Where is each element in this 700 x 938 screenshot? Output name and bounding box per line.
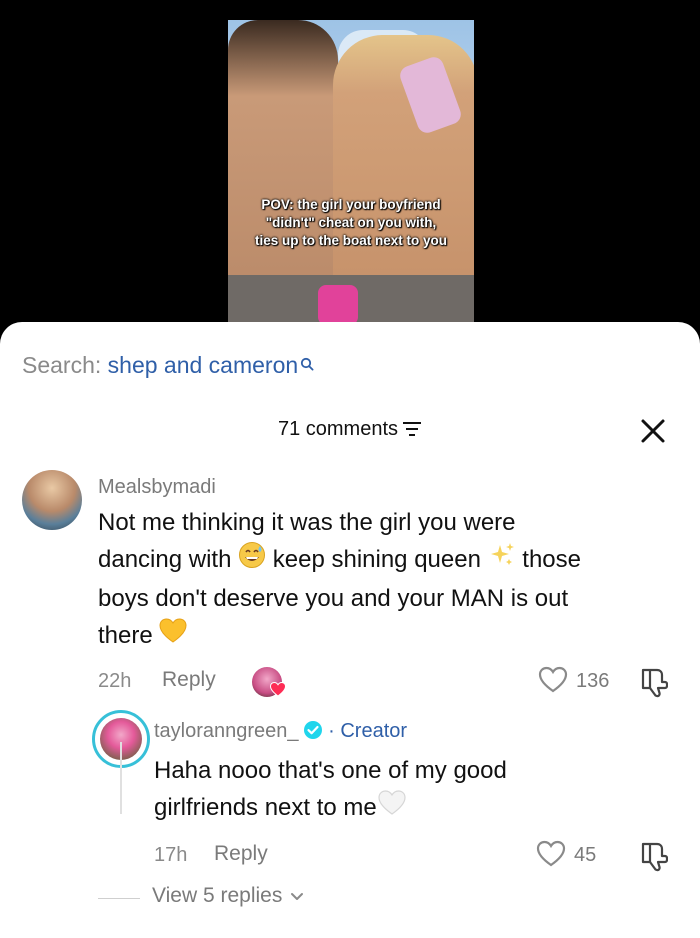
comment-text-line: boys don't deserve you and your MAN is o… [98, 585, 569, 613]
reply-button[interactable]: Reply [162, 668, 216, 692]
video-caption-line: ties up to the boat next to you [255, 233, 447, 248]
view-replies-label: View 5 replies [152, 884, 283, 907]
comment-text-line: Haha nooo that's one of my good [154, 757, 507, 784]
video-area: POV: the girl your boyfriend "didn't" ch… [0, 0, 700, 340]
filter-icon[interactable] [402, 420, 422, 436]
comments-header: 71 comments [0, 418, 700, 441]
white-heart-emoji-icon [377, 789, 407, 828]
comment-username[interactable]: Mealsbymadi [98, 476, 216, 499]
creator-liked-heart-icon [269, 681, 287, 697]
video-bottle [318, 285, 358, 325]
comment-text-line: girlfriends next to me [154, 789, 674, 828]
like-count: 136 [576, 670, 610, 692]
creator-label: · Creator [328, 720, 408, 742]
comment-text-segment: those [522, 546, 581, 573]
comment-text: Haha nooo that's one of my good girlfrie… [154, 752, 674, 828]
verified-badge-icon [303, 720, 323, 740]
search-label: Search: [22, 352, 102, 378]
sparkles-emoji-icon [488, 541, 516, 580]
search-term[interactable]: shep and cameron [108, 352, 299, 378]
comment-username-row: tayloranngreen_ · Creator [154, 720, 407, 743]
search-suggestion[interactable]: Search: shep and cameron [22, 352, 314, 379]
like-count: 45 [574, 844, 597, 866]
video-caption-line: POV: the girl your boyfriend [261, 197, 441, 212]
comment-text-segment: girlfriends next to me [154, 794, 377, 821]
view-replies-divider [98, 898, 140, 899]
dislike-icon[interactable] [640, 840, 669, 872]
comment-text-line: there [98, 617, 678, 655]
video-caption: POV: the girl your boyfriend "didn't" ch… [228, 196, 474, 250]
comment-text-segment: there [98, 622, 153, 650]
comment-text-line: Not me thinking it was the girl you were [98, 509, 516, 536]
view-replies-button[interactable]: View 5 replies [152, 884, 304, 908]
comment-text-line: dancing with keep shining queen those [98, 541, 678, 580]
comment-username[interactable]: tayloranngreen_ [154, 720, 299, 742]
avatar[interactable] [22, 470, 82, 530]
comment-time: 22h [98, 670, 132, 692]
comments-sheet: Search: shep and cameron 71 comments Mea… [0, 322, 700, 938]
comments-count: 71 comments [277, 418, 399, 440]
comment-time: 17h [154, 844, 188, 866]
chevron-down-icon [290, 884, 304, 908]
comment-text: Not me thinking it was the girl you were… [98, 504, 678, 655]
reply-button[interactable]: Reply [214, 842, 268, 866]
dislike-icon[interactable] [640, 666, 669, 698]
comment-text-segment: keep shining queen [272, 546, 481, 573]
like-heart-icon[interactable] [538, 666, 568, 694]
yellow-heart-emoji-icon [159, 618, 187, 655]
grinning-sweat-emoji-icon [238, 541, 266, 580]
like-heart-icon[interactable] [536, 840, 566, 868]
comment-text-segment: dancing with [98, 546, 232, 573]
video-caption-line: "didn't" cheat on you with, [265, 215, 437, 230]
video-player[interactable]: POV: the girl your boyfriend "didn't" ch… [228, 20, 474, 325]
thread-line [120, 742, 122, 814]
search-icon[interactable] [300, 350, 314, 371]
close-icon[interactable] [640, 418, 666, 444]
